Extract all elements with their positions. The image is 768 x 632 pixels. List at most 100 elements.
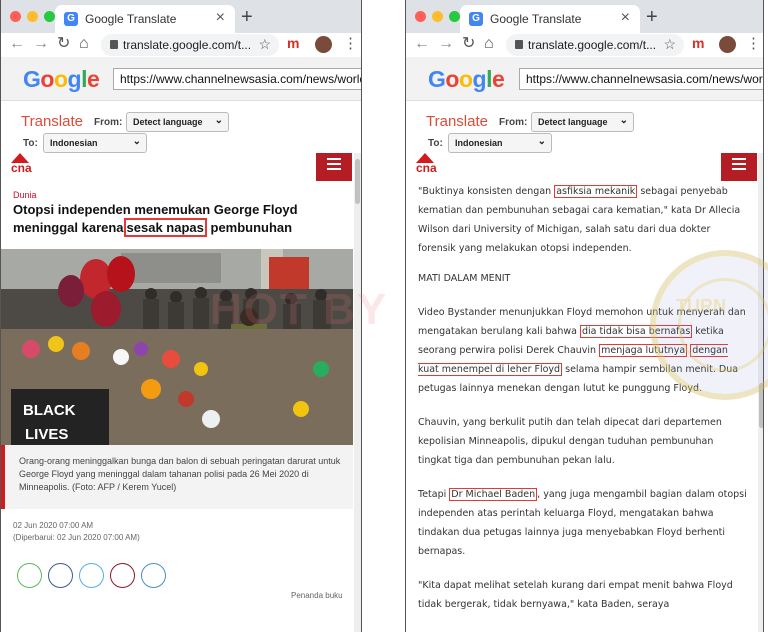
cna-logo-text: cna [11, 161, 32, 175]
cna-logo-text: cna [416, 161, 437, 175]
address-text: translate.google.com/t... [123, 38, 252, 52]
scrollbar-thumb[interactable] [355, 159, 360, 204]
translate-title: Translate [426, 113, 488, 130]
article-body: "Buktinya konsisten dengan asfiksia meka… [418, 182, 748, 629]
chevron-down-icon: ⌄ [537, 136, 546, 147]
watermark-seal-text: TURN [676, 296, 726, 316]
article-photo: BLACK LIVES [1, 249, 353, 445]
from-language-select[interactable]: Detect language ⌄ [531, 112, 634, 132]
share-twitter-button[interactable] [79, 563, 104, 588]
hamburger-menu-button[interactable] [316, 153, 352, 181]
paragraph-text: "Buktinya konsisten dengan [418, 186, 555, 197]
back-arrow-icon[interactable]: ← [414, 34, 430, 54]
google-logo: Google [23, 66, 100, 93]
article-headline: Otopsi independen menemukan George Floyd… [13, 201, 343, 237]
to-language-select[interactable]: Indonesian ⌄ [448, 133, 552, 153]
cna-logo[interactable]: cna [11, 153, 32, 174]
zoom-window-button[interactable] [449, 11, 460, 22]
article-paragraph: "Buktinya konsisten dengan asfiksia meka… [418, 182, 748, 258]
new-tab-button[interactable]: + [646, 5, 658, 29]
bookmark-star-icon[interactable]: ☆ [258, 36, 271, 53]
bookmark-link[interactable]: Penanda buku [291, 591, 343, 600]
logo-letter: o [40, 66, 54, 92]
hamburger-icon [732, 158, 746, 173]
browser-tab[interactable]: G Google Translate × [460, 5, 640, 33]
extension-m-icon[interactable]: m [692, 35, 704, 51]
highlight-michael-baden: Dr Michael Baden [449, 488, 538, 501]
profile-avatar[interactable] [719, 36, 736, 53]
chevron-down-icon: ⌄ [214, 115, 223, 126]
share-facebook-button[interactable] [48, 563, 73, 588]
reload-icon[interactable]: ↻ [57, 34, 70, 54]
close-tab-icon[interactable]: × [216, 9, 225, 27]
tab-bar: G Google Translate × + [406, 0, 763, 33]
chevron-down-icon: ⌄ [619, 115, 628, 126]
forward-arrow-icon[interactable]: → [33, 34, 49, 54]
from-language-select[interactable]: Detect language ⌄ [126, 112, 229, 132]
headline-text-end: pembunuhan [206, 220, 293, 235]
screenshot-stage: G Google Translate × + ← → ↻ ⌂ translate… [0, 0, 768, 632]
browser-toolbar: ← → ↻ ⌂ translate.google.com/t... ☆ m ⋮ [406, 33, 763, 57]
share-more-button[interactable] [141, 563, 166, 588]
from-language-value: Detect language [538, 117, 608, 127]
photo-caption-box: Orang-orang meninggalkan bunga dan balon… [1, 445, 353, 509]
tab-title: Google Translate [85, 12, 177, 26]
article-paragraph: Chauvin, yang berkulit putih dan telah d… [418, 417, 722, 466]
close-window-button[interactable] [415, 11, 426, 22]
share-whatsapp-button[interactable] [17, 563, 42, 588]
logo-letter: G [428, 66, 446, 92]
article-category[interactable]: Dunia [13, 190, 37, 200]
profile-avatar[interactable] [315, 36, 332, 53]
translate-url-input[interactable]: https://www.channelnewsasia.com/news/wor… [519, 68, 763, 90]
bookmark-star-icon[interactable]: ☆ [663, 36, 676, 53]
minimize-window-button[interactable] [432, 11, 443, 22]
logo-letter: g [67, 66, 82, 92]
address-bar[interactable]: translate.google.com/t... ☆ [506, 34, 684, 56]
logo-letter: e [491, 66, 505, 92]
forward-arrow-icon[interactable]: → [438, 34, 454, 54]
to-label: To: [23, 138, 38, 149]
browser-menu-icon[interactable]: ⋮ [746, 34, 761, 52]
lock-icon [515, 40, 523, 49]
translated-page-left: cna Dunia Otopsi independen menemukan Ge… [1, 153, 361, 632]
watermark-text: HOT BY [210, 285, 389, 334]
logo-letter: o [445, 66, 459, 92]
article-dates: 02 Jun 2020 07:00 AM (Diperbarui: 02 Jun… [13, 520, 140, 544]
photo-sign-line-2: LIVES [25, 426, 68, 443]
hamburger-menu-button[interactable] [721, 153, 757, 181]
photo-caption: Orang-orang meninggalkan bunga dan balon… [19, 456, 341, 492]
close-tab-icon[interactable]: × [621, 9, 630, 27]
logo-letter: o [53, 66, 68, 92]
browser-tab[interactable]: G Google Translate × [55, 5, 235, 33]
extension-m-icon[interactable]: m [287, 35, 299, 51]
publish-date: 02 Jun 2020 07:00 AM [13, 521, 94, 530]
highlight-asfiksia: asfiksia mekanik [554, 185, 638, 198]
to-language-select[interactable]: Indonesian ⌄ [43, 133, 147, 153]
google-translate-icon: G [469, 12, 483, 26]
from-language-value: Detect language [133, 117, 203, 127]
new-tab-button[interactable]: + [241, 5, 253, 29]
paragraph-text: Tetapi [418, 489, 450, 500]
back-arrow-icon[interactable]: ← [9, 34, 25, 54]
share-email-button[interactable] [110, 563, 135, 588]
home-icon[interactable]: ⌂ [484, 34, 494, 54]
address-bar[interactable]: translate.google.com/t... ☆ [101, 34, 279, 56]
translate-title: Translate [21, 113, 83, 130]
scrollbar[interactable] [758, 153, 763, 632]
logo-letter: e [86, 66, 100, 92]
google-translate-bar: Google https://www.channelnewsasia.com/n… [1, 57, 361, 101]
translate-url-input[interactable]: https://www.channelnewsasia.com/news/wor… [113, 68, 361, 90]
cna-logo[interactable]: cna [416, 153, 437, 174]
minimize-window-button[interactable] [27, 11, 38, 22]
reload-icon[interactable]: ↻ [462, 34, 475, 54]
tab-bar: G Google Translate × + [1, 0, 361, 33]
zoom-window-button[interactable] [44, 11, 55, 22]
home-icon[interactable]: ⌂ [79, 34, 89, 54]
close-window-button[interactable] [10, 11, 21, 22]
memorial-photo: BLACK LIVES [1, 249, 353, 445]
photo-sign-line-1: BLACK [23, 402, 76, 419]
translate-controls: Translate From: Detect language ⌄ To: Ind… [1, 101, 361, 153]
scrollbar[interactable] [354, 153, 361, 632]
google-translate-bar: Google https://www.channelnewsasia.com/n… [406, 57, 763, 101]
browser-menu-icon[interactable]: ⋮ [343, 34, 358, 52]
